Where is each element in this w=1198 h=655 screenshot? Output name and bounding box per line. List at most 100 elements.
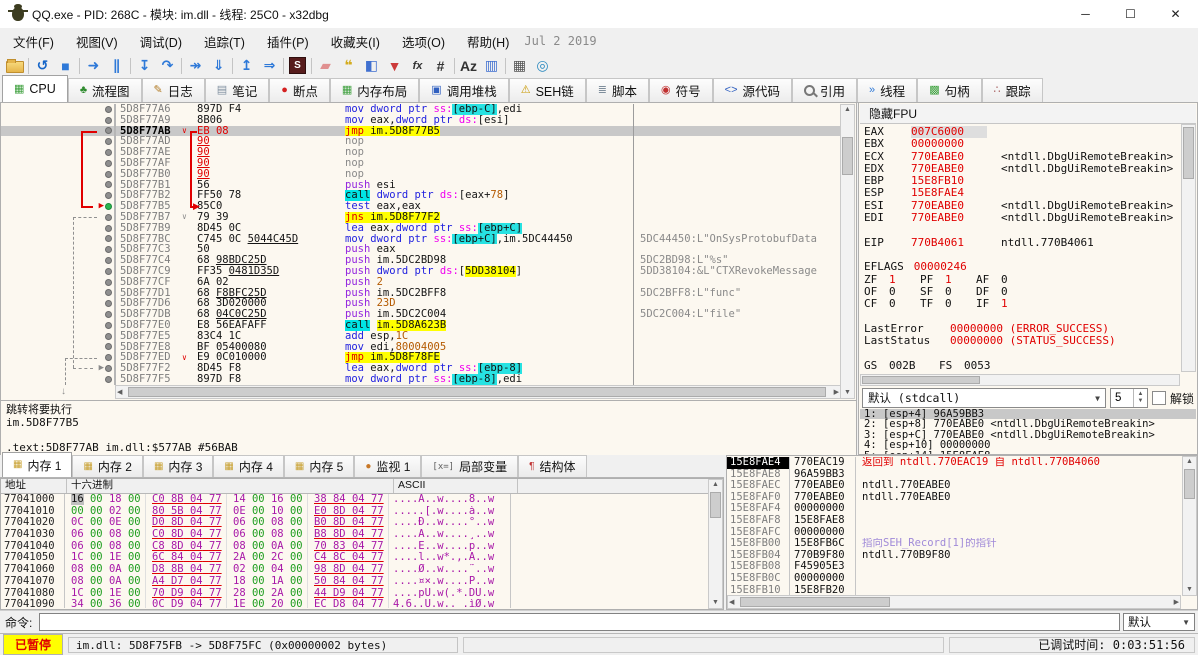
tab-script[interactable]: ≣ 脚本 <box>585 78 650 102</box>
stack-row[interactable]: 15E8FAE4 770EAC19 返回到 ntdll.770EAC19 自 ntd… <box>727 457 1181 469</box>
tab-handles[interactable]: ▩ 句柄 <box>917 78 982 102</box>
font-icon[interactable]: Az <box>457 56 480 76</box>
patch-icon[interactable]: ▰ <box>314 56 337 76</box>
disassembly-vertical-scrollbar[interactable]: ▲ ▼ <box>840 104 855 399</box>
breakpoint-dot[interactable] <box>105 116 112 124</box>
stack-argument-row[interactable]: 5: [esp+14] 15E8FAE8 <box>860 450 1196 454</box>
tab-dump-2[interactable]: ▦ 内存 2 <box>72 455 143 477</box>
close-button[interactable]: ✕ <box>1153 0 1198 28</box>
stack-argument-row[interactable]: 4: [esp+10] 00000000 <box>860 440 1196 451</box>
tab-seh[interactable]: ⚠ SEH链 <box>508 78 586 102</box>
menu-item[interactable]: 收藏夹(I) <box>320 28 391 55</box>
tab-locals[interactable]: [x=] 局部变量 <box>421 455 519 477</box>
flags-row[interactable]: OF 0 SF 0 DF 0 <box>864 285 1179 298</box>
minimize-button[interactable]: ─ <box>1063 0 1108 28</box>
breakpoint-dot[interactable] <box>105 321 112 329</box>
dump-row[interactable]: 77041060 08 00 0A 00 D8 8B 04 77 02 00 04 0… <box>1 563 707 576</box>
breakpoint-dot[interactable] <box>105 138 112 146</box>
step-over-icon[interactable]: ↷ <box>156 56 179 76</box>
calling-convention-dropdown[interactable]: 默认 (stdcall) ▼ <box>862 388 1106 408</box>
breakpoint-dot[interactable] <box>105 127 112 135</box>
pause-icon[interactable]: ∥ <box>105 56 128 76</box>
hash-icon[interactable]: # <box>429 56 452 76</box>
command-profile-dropdown[interactable]: 默认 ▼ <box>1123 613 1195 631</box>
dump-row[interactable]: 77041050 1C 00 1E 00 6C 84 04 77 2A 00 2C 0… <box>1 552 707 565</box>
tab-symbols[interactable]: ◉ 符号 <box>649 78 713 102</box>
menu-item[interactable]: 文件(F) <box>2 28 65 55</box>
disasm-row[interactable]: 5D8F77B0 90 nop <box>1 168 840 180</box>
command-input[interactable] <box>39 613 1120 631</box>
dump-row[interactable]: 77041010 00 00 02 00 80 5B 04 77 0E 00 10 0… <box>1 505 707 518</box>
breakpoint-dot[interactable] <box>105 192 112 200</box>
menu-item[interactable]: 调试(D) <box>129 28 193 55</box>
breakpoint-dot[interactable] <box>105 105 112 113</box>
tab-log[interactable]: ✎ 日志 <box>141 78 205 102</box>
globe-icon[interactable]: ◎ <box>531 56 554 76</box>
register-row[interactable]: EFLAGS 00000246 <box>864 260 1179 273</box>
breakpoint-dot[interactable] <box>105 289 112 297</box>
breakpoint-dot[interactable] <box>105 159 112 167</box>
dump-row[interactable]: 77041070 08 00 0A 00 A4 D7 04 77 18 00 1A 0… <box>1 575 707 588</box>
calculator-icon[interactable]: ▦ <box>508 56 531 76</box>
disasm-row[interactable]: 5D8F77E5 83C4 1C add esp,1C <box>1 330 840 342</box>
tab-memory-map[interactable]: ▦ 内存布局 <box>329 78 420 102</box>
disassembly-horizontal-scrollbar[interactable]: ◀ ▶ <box>115 385 841 399</box>
tab-references[interactable]: 引用 <box>792 78 858 102</box>
open-file-icon[interactable] <box>3 56 26 76</box>
register-row[interactable]: EIP 770B4061 ntdll.770B4061 <box>864 236 1179 249</box>
dump-vertical-scrollbar[interactable]: ▲ ▼ <box>708 479 723 609</box>
maximize-button[interactable]: ☐ <box>1108 0 1153 28</box>
dump-row[interactable]: 77041040 06 00 08 00 C8 8D 04 77 08 00 0A 0… <box>1 540 707 553</box>
segment-registers-row[interactable]: GS 002B FS 0053 <box>864 359 1179 372</box>
breakpoint-dot[interactable] <box>105 375 112 383</box>
breakpoint-dot[interactable] <box>105 278 112 286</box>
flags-row[interactable]: CF 0 TF 0 IF 1 <box>864 297 1179 310</box>
breakpoint-dot[interactable] <box>105 365 112 373</box>
function-icon[interactable]: fx <box>406 56 429 76</box>
stop-icon[interactable]: ■ <box>54 56 77 76</box>
tab-trace[interactable]: ∴ 跟踪 <box>981 78 1043 102</box>
run-to-user-code-icon[interactable]: ⇒ <box>258 56 281 76</box>
breakpoint-dot[interactable] <box>105 267 112 275</box>
trace-into-icon[interactable]: ↠ <box>184 56 207 76</box>
registers-horizontal-scrollbar[interactable] <box>860 374 1180 386</box>
breakpoint-dot[interactable] <box>105 149 112 157</box>
tab-source[interactable]: <> 源代码 <box>712 78 793 102</box>
trace-over-icon[interactable]: ⇓ <box>207 56 230 76</box>
register-row[interactable]: EBX 00000000 <box>864 137 1179 150</box>
tab-breakpoints[interactable]: ● 断点 <box>269 78 330 102</box>
disasm-row[interactable]: 5D8F77B9 8D45 0C lea eax,dword ptr ss:[ebp… <box>1 222 840 234</box>
scylla-icon[interactable]: S <box>286 56 309 76</box>
label-icon[interactable]: ◧ <box>360 56 383 76</box>
breakpoint-dot[interactable] <box>105 181 112 189</box>
tab-call-stack[interactable]: ▣ 调用堆栈 <box>419 78 509 102</box>
breakpoint-dot[interactable] <box>105 213 112 221</box>
menu-item[interactable]: 视图(V) <box>65 28 129 55</box>
tab-watch-1[interactable]: ● 监视 1 <box>354 455 422 477</box>
breakpoint-dot[interactable] <box>105 354 112 362</box>
breakpoint-dot[interactable] <box>105 257 112 265</box>
stack-row[interactable]: 15E8FB0C 00000000 <box>727 572 1181 585</box>
breakpoint-dot[interactable] <box>105 246 112 254</box>
run-icon[interactable]: ➜ <box>82 56 105 76</box>
tab-notes[interactable]: ▤ 笔记 <box>204 78 270 102</box>
argument-count-stepper[interactable]: 5 ▲ ▼ <box>1109 388 1148 408</box>
breakpoint-dot[interactable] <box>105 224 112 232</box>
tab-dump-4[interactable]: ▦ 内存 4 <box>213 455 284 477</box>
dump-row[interactable]: 77041020 0C 00 0E 00 D0 8D 04 77 06 00 08 0… <box>1 517 707 530</box>
jump-target-dot[interactable] <box>105 203 112 211</box>
breakpoint-dot[interactable] <box>105 235 112 243</box>
register-row[interactable]: LastStatus 00000000 (STATUS_SUCCESS) <box>864 334 1179 347</box>
highlight-icon[interactable]: ▥ <box>480 56 503 76</box>
register-row[interactable]: EDI 770EABE0 <ntdll.DbgUiRemoteBreakin> <box>864 211 1179 224</box>
disasm-row[interactable]: 5D8F77CF 6A 02 push 2 <box>1 276 840 288</box>
comment-icon[interactable]: ❝ <box>337 56 360 76</box>
tab-dump-1[interactable]: ▦ 内存 1 <box>2 452 73 477</box>
breakpoint-dot[interactable] <box>105 300 112 308</box>
menu-item[interactable]: 追踪(T) <box>193 28 256 55</box>
disasm-row[interactable]: 5D8F77A9 8B06 mov eax,dword ptr ds:[esi] <box>1 114 840 126</box>
tab-graph[interactable]: ♣ 流程图 <box>67 78 142 102</box>
stack-vertical-scrollbar[interactable]: ▲ ▼ <box>1182 456 1197 596</box>
tab-threads[interactable]: » 线程 <box>857 78 918 102</box>
stack-row[interactable]: 15E8FB00 15E8FB6C 指向SEH_Record[1]的指针 <box>727 538 1181 550</box>
